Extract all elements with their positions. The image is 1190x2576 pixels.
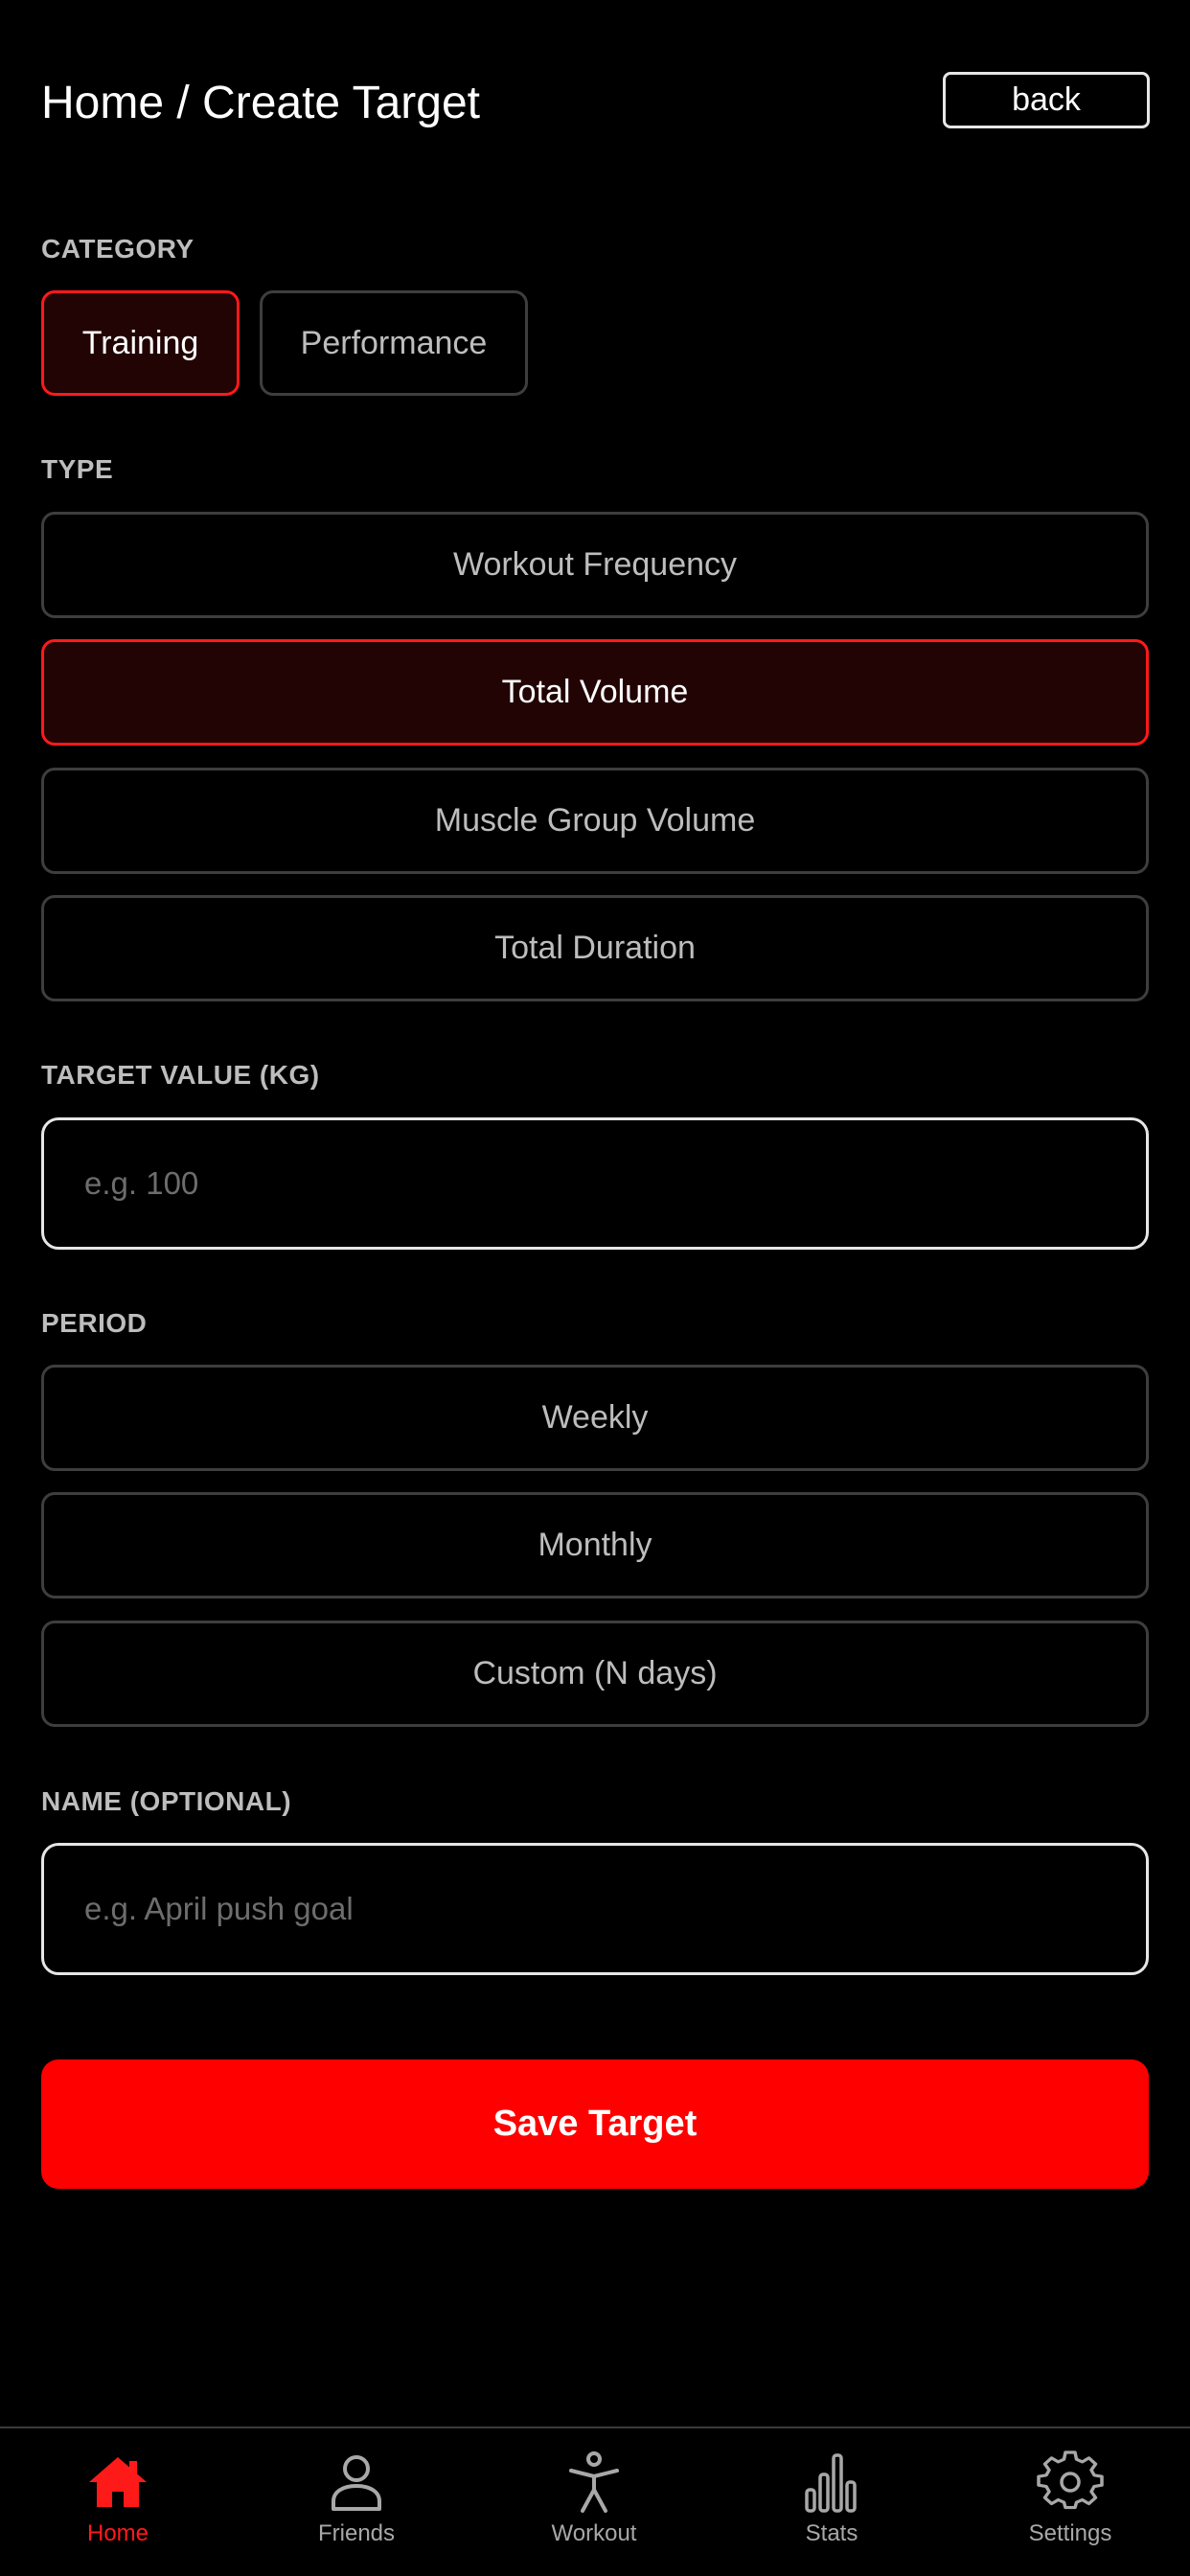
period-option-weekly[interactable]: Weekly <box>41 1365 1149 1471</box>
bar-chart-icon <box>805 2453 857 2513</box>
period-option-monthly[interactable]: Monthly <box>41 1492 1149 1598</box>
tab-stats[interactable]: Stats <box>736 2448 927 2563</box>
type-option-workout-frequency[interactable]: Workout Frequency <box>41 512 1149 618</box>
target-value-label: TARGET VALUE (KG) <box>41 1060 320 1090</box>
page-title: Home / Create Target <box>41 78 480 128</box>
period-label: PERIOD <box>41 1308 148 1338</box>
target-value-input[interactable] <box>41 1117 1149 1250</box>
category-label: CATEGORY <box>41 234 195 264</box>
period-option-custom[interactable]: Custom (N days) <box>41 1621 1149 1727</box>
home-icon <box>89 2457 147 2507</box>
tab-workout-label: Workout <box>551 2520 637 2546</box>
type-option-total-duration[interactable]: Total Duration <box>41 895 1149 1001</box>
tab-settings-label: Settings <box>1028 2520 1112 2546</box>
back-button[interactable]: back <box>943 72 1150 128</box>
save-target-button[interactable]: Save Target <box>41 2059 1149 2189</box>
category-option-performance[interactable]: Performance <box>260 290 528 396</box>
tab-friends[interactable]: Friends <box>261 2448 452 2563</box>
tab-home[interactable]: Home <box>22 2448 214 2563</box>
type-option-total-volume[interactable]: Total Volume <box>41 639 1149 746</box>
name-input[interactable] <box>41 1843 1149 1975</box>
type-label: TYPE <box>41 454 114 484</box>
tab-stats-label: Stats <box>805 2520 858 2546</box>
person-figure-icon <box>569 2451 619 2513</box>
bottom-tab-bar: Home Friends Workout Stats Settings <box>0 2426 1190 2576</box>
name-label: NAME (OPTIONAL) <box>41 1786 292 1816</box>
tab-friends-label: Friends <box>317 2520 396 2546</box>
tab-workout[interactable]: Workout <box>498 2448 690 2563</box>
category-option-training[interactable]: Training <box>41 290 240 396</box>
gear-icon <box>1037 2450 1104 2510</box>
tab-home-label: Home <box>86 2520 149 2546</box>
user-icon <box>332 2455 381 2511</box>
type-option-muscle-group-volume[interactable]: Muscle Group Volume <box>41 768 1149 874</box>
tab-settings[interactable]: Settings <box>974 2448 1166 2563</box>
